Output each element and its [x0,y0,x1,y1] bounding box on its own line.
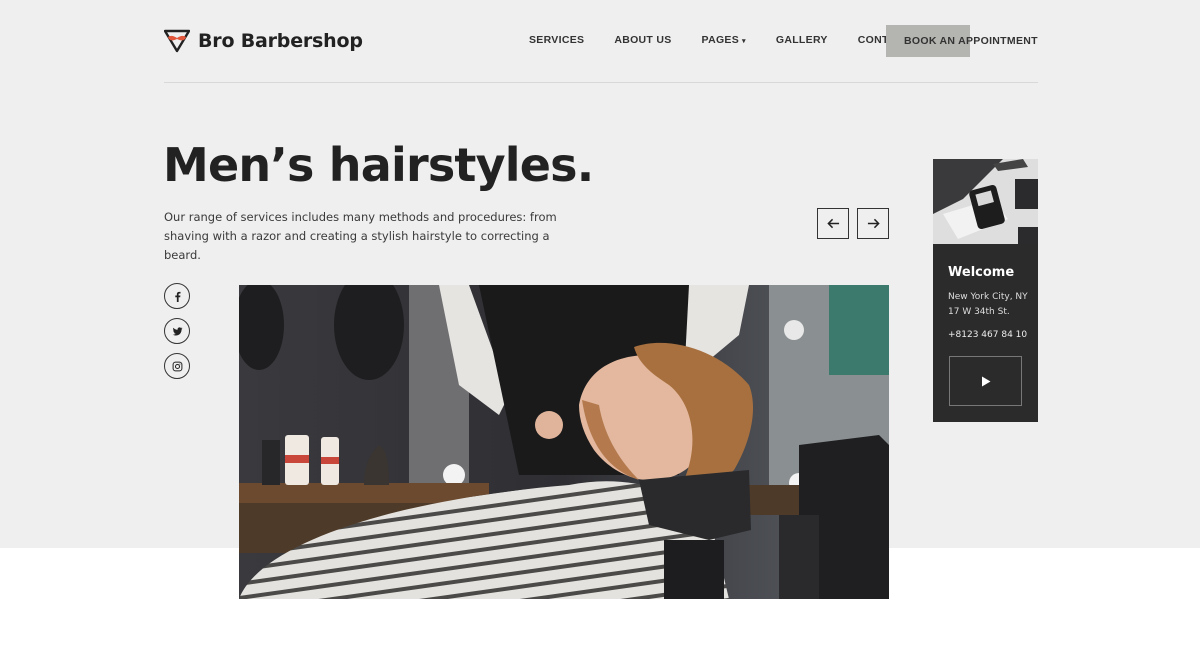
arrow-right-icon [867,218,880,229]
main-nav: SERVICES ABOUT US PAGES▾ GALLERY CONTACT… [529,34,948,46]
logo[interactable]: Bro Barbershop [164,29,363,53]
twitter-link[interactable] [164,318,190,344]
twitter-icon [172,326,183,336]
card-address: New York City, NY 17 W 34th St. [948,292,1028,317]
barber-tools-photo [933,159,1038,244]
slider-prev-button[interactable] [817,208,849,239]
brand-name: Bro Barbershop [198,30,363,52]
chevron-down-icon: ▾ [742,38,746,45]
play-video-button[interactable] [949,356,1022,406]
facebook-icon [174,291,181,302]
barber-tools-illustration [933,159,1038,244]
card-phone[interactable]: +8123 467 84 10 [948,330,1027,340]
play-icon [981,376,990,386]
page-title: Men’s hairstyles. [163,138,594,192]
barber-photo-illustration [239,285,889,599]
instagram-link[interactable] [164,353,190,379]
nav-pages[interactable]: PAGES ▾ [702,34,746,46]
nav-about-us[interactable]: ABOUT US [614,34,671,46]
header-divider [164,82,1038,83]
arrow-left-icon [826,218,839,229]
nav-gallery[interactable]: GALLERY [776,34,828,46]
slider-next-button[interactable] [857,208,889,239]
nav-pages-label: PAGES [701,34,740,46]
welcome-card: Welcome New York City, NY 17 W 34th St. … [933,159,1038,422]
mustache-logo-icon [164,29,190,53]
nav-services[interactable]: SERVICES [529,34,584,46]
facebook-link[interactable] [164,283,190,309]
instagram-icon [172,361,182,371]
hero-description: Our range of services includes many meth… [164,210,557,262]
barber-photo [239,285,889,599]
book-appointment-label: BOOK AN APPOINTMENT [904,35,1038,47]
book-appointment-button[interactable]: BOOK AN APPOINTMENT [886,25,1038,57]
welcome-title: Welcome [948,265,1015,280]
